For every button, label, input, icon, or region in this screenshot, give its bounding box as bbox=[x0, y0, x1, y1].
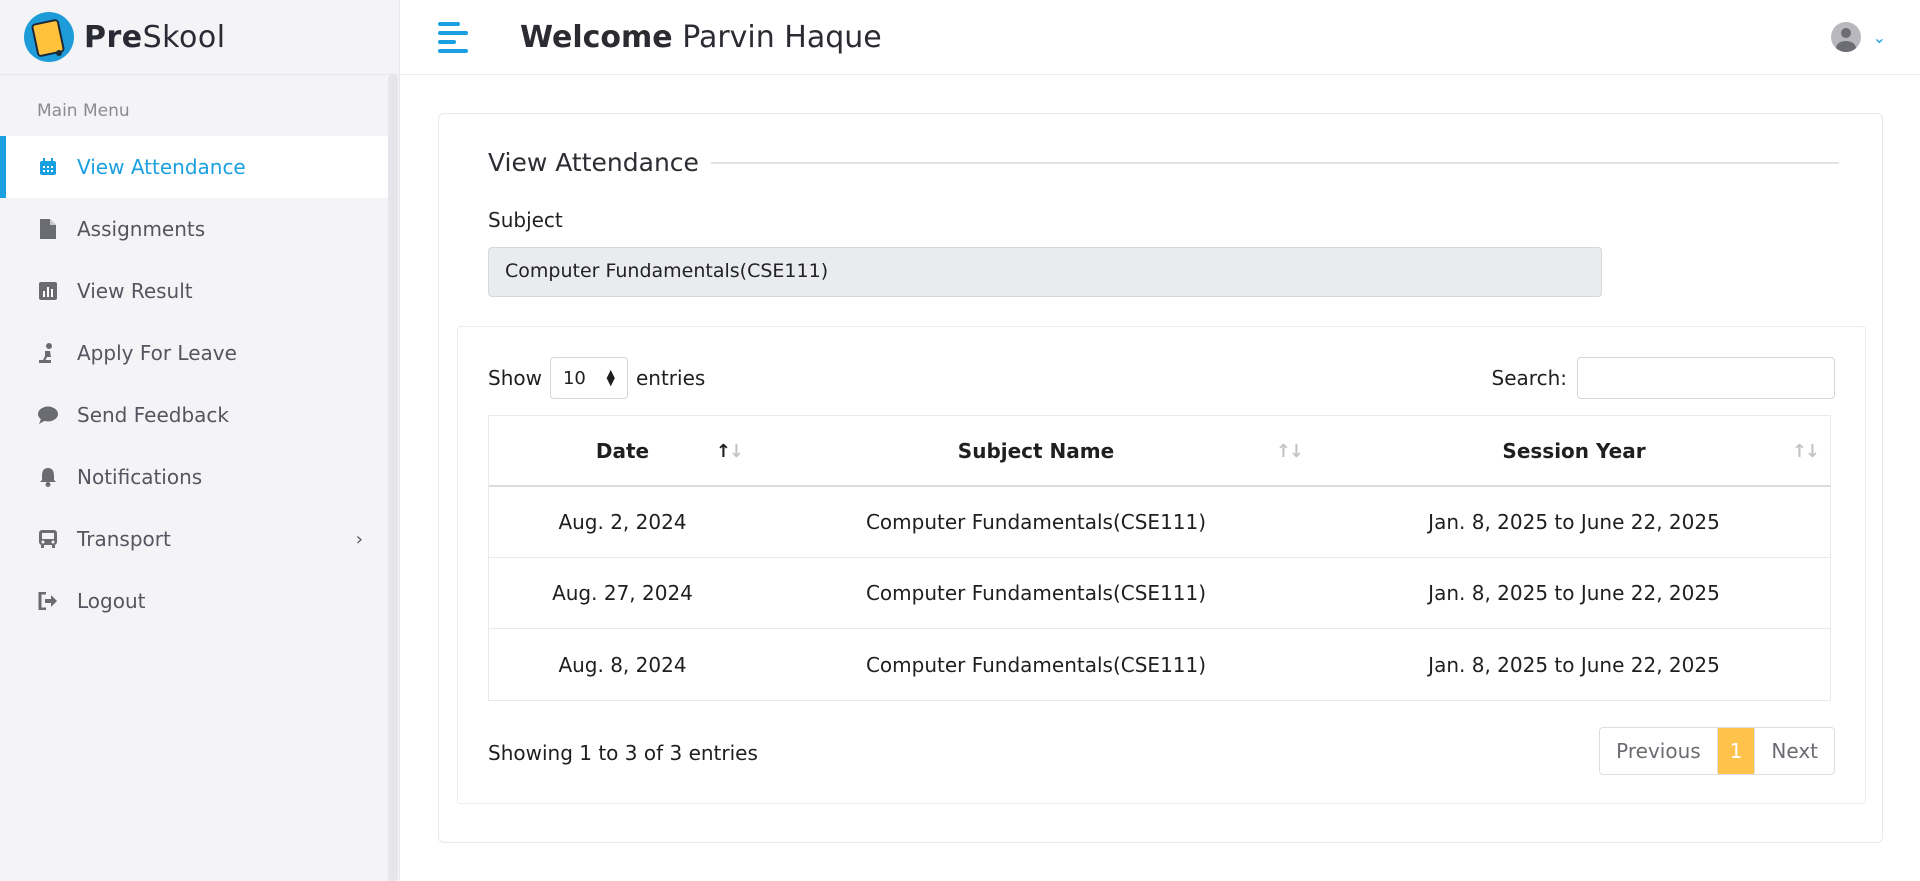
table-row: Aug. 8, 2024 Computer Fundamentals(CSE11… bbox=[489, 629, 1830, 700]
cell-subject: Computer Fundamentals(CSE111) bbox=[865, 510, 1207, 534]
sidebar-item-label: Logout bbox=[77, 589, 146, 613]
chevron-down-icon: ⌄ bbox=[1872, 27, 1886, 47]
attendance-table: Date ↑↓ Subject Name ↑↓ Session Year ↑↓ … bbox=[488, 415, 1831, 701]
cell-session: Jan. 8, 2025 to June 22, 2025 bbox=[1428, 581, 1720, 605]
person-icon bbox=[37, 342, 59, 364]
sort-icon: ↑↓ bbox=[715, 440, 744, 462]
brand-name: PreSkool bbox=[84, 19, 226, 55]
sidebar-item-label: Apply For Leave bbox=[77, 341, 237, 365]
table-header-row: Date ↑↓ Subject Name ↑↓ Session Year ↑↓ bbox=[489, 416, 1830, 487]
sidebar-item-label: Transport bbox=[77, 527, 171, 551]
sidebar-item-label: Send Feedback bbox=[77, 403, 229, 427]
table-row: Aug. 2, 2024 Computer Fundamentals(CSE11… bbox=[489, 487, 1830, 558]
menu-section-title: Main Menu bbox=[37, 101, 130, 121]
cell-date: Aug. 27, 2024 bbox=[552, 581, 693, 605]
table-search: Search: bbox=[1492, 357, 1835, 399]
search-input[interactable] bbox=[1577, 357, 1835, 399]
entries-select[interactable]: 10 ▲ ▼ bbox=[549, 357, 628, 399]
logout-icon bbox=[37, 590, 59, 612]
attendance-table-wrapper: Show 10 ▲ ▼ entries Search: Date ↑↓ Subje… bbox=[457, 326, 1866, 804]
sidebar-scrollbar[interactable] bbox=[388, 75, 398, 881]
sidebar-item-assignments[interactable]: Assignments bbox=[0, 198, 389, 260]
table-row: Aug. 27, 2024 Computer Fundamentals(CSE1… bbox=[489, 558, 1830, 629]
page-title: View Attendance bbox=[488, 148, 1839, 177]
column-header-date[interactable]: Date ↑↓ bbox=[489, 439, 756, 463]
subject-label: Subject bbox=[488, 208, 563, 232]
sidebar-item-view-attendance[interactable]: View Attendance bbox=[0, 136, 389, 198]
sort-icon: ↑↓ bbox=[1275, 440, 1304, 462]
pagination: Previous 1 Next bbox=[1599, 727, 1835, 775]
sidebar: PreSkool Main Menu View Attendance Assig… bbox=[0, 0, 400, 881]
calendar-icon bbox=[37, 156, 59, 178]
sidebar-item-apply-for-leave[interactable]: Apply For Leave bbox=[0, 322, 389, 384]
sidebar-item-label: Assignments bbox=[77, 217, 206, 241]
cell-subject: Computer Fundamentals(CSE111) bbox=[865, 652, 1207, 677]
cell-session: Jan. 8, 2025 to June 22, 2025 bbox=[1428, 510, 1720, 534]
sidebar-item-notifications[interactable]: Notifications bbox=[0, 446, 389, 508]
entries-length-control: Show 10 ▲ ▼ entries bbox=[488, 357, 705, 399]
chevron-right-icon: › bbox=[355, 528, 363, 550]
cell-subject: Computer Fundamentals(CSE111) bbox=[865, 581, 1207, 605]
cell-session: Jan. 8, 2025 to June 22, 2025 bbox=[1428, 652, 1720, 677]
chart-icon bbox=[37, 280, 59, 302]
top-header: Welcome Parvin Haque ⌄ bbox=[400, 0, 1920, 75]
sidebar-item-view-result[interactable]: View Result bbox=[0, 260, 389, 322]
sidebar-item-label: View Attendance bbox=[77, 155, 246, 179]
sidebar-item-send-feedback[interactable]: Send Feedback bbox=[0, 384, 389, 446]
cell-date: Aug. 8, 2024 bbox=[558, 652, 687, 677]
sidebar-item-label: Notifications bbox=[77, 465, 203, 489]
avatar bbox=[1830, 22, 1861, 52]
cell-date: Aug. 2, 2024 bbox=[558, 510, 687, 534]
next-button[interactable]: Next bbox=[1754, 728, 1834, 774]
preskool-logo-icon bbox=[24, 12, 74, 62]
sidebar-item-transport[interactable]: Transport › bbox=[0, 508, 389, 570]
select-arrows-icon: ▲ ▼ bbox=[606, 367, 615, 388]
welcome-message: Welcome Parvin Haque bbox=[520, 19, 882, 55]
title-divider bbox=[710, 161, 1839, 164]
column-header-session-year[interactable]: Session Year ↑↓ bbox=[1316, 439, 1832, 463]
chat-icon bbox=[37, 404, 59, 426]
user-menu[interactable]: ⌄ bbox=[1830, 22, 1886, 52]
menu-toggle-icon[interactable] bbox=[438, 21, 468, 53]
table-info: Showing 1 to 3 of 3 entries bbox=[488, 741, 758, 765]
sidebar-item-logout[interactable]: Logout bbox=[0, 570, 389, 632]
previous-button[interactable]: Previous bbox=[1600, 728, 1717, 774]
sort-icon: ↑↓ bbox=[1791, 440, 1820, 462]
subject-field: Computer Fundamentals(CSE111) bbox=[488, 247, 1602, 297]
sidebar-item-label: View Result bbox=[77, 279, 193, 303]
page-button-current[interactable]: 1 bbox=[1716, 728, 1755, 774]
column-header-subject-name[interactable]: Subject Name ↑↓ bbox=[756, 439, 1316, 463]
logo-area[interactable]: PreSkool bbox=[0, 0, 399, 75]
bell-icon bbox=[37, 466, 59, 488]
attendance-card: View Attendance Subject Computer Fundame… bbox=[438, 113, 1883, 843]
bus-icon bbox=[37, 528, 59, 550]
file-icon bbox=[37, 218, 59, 240]
